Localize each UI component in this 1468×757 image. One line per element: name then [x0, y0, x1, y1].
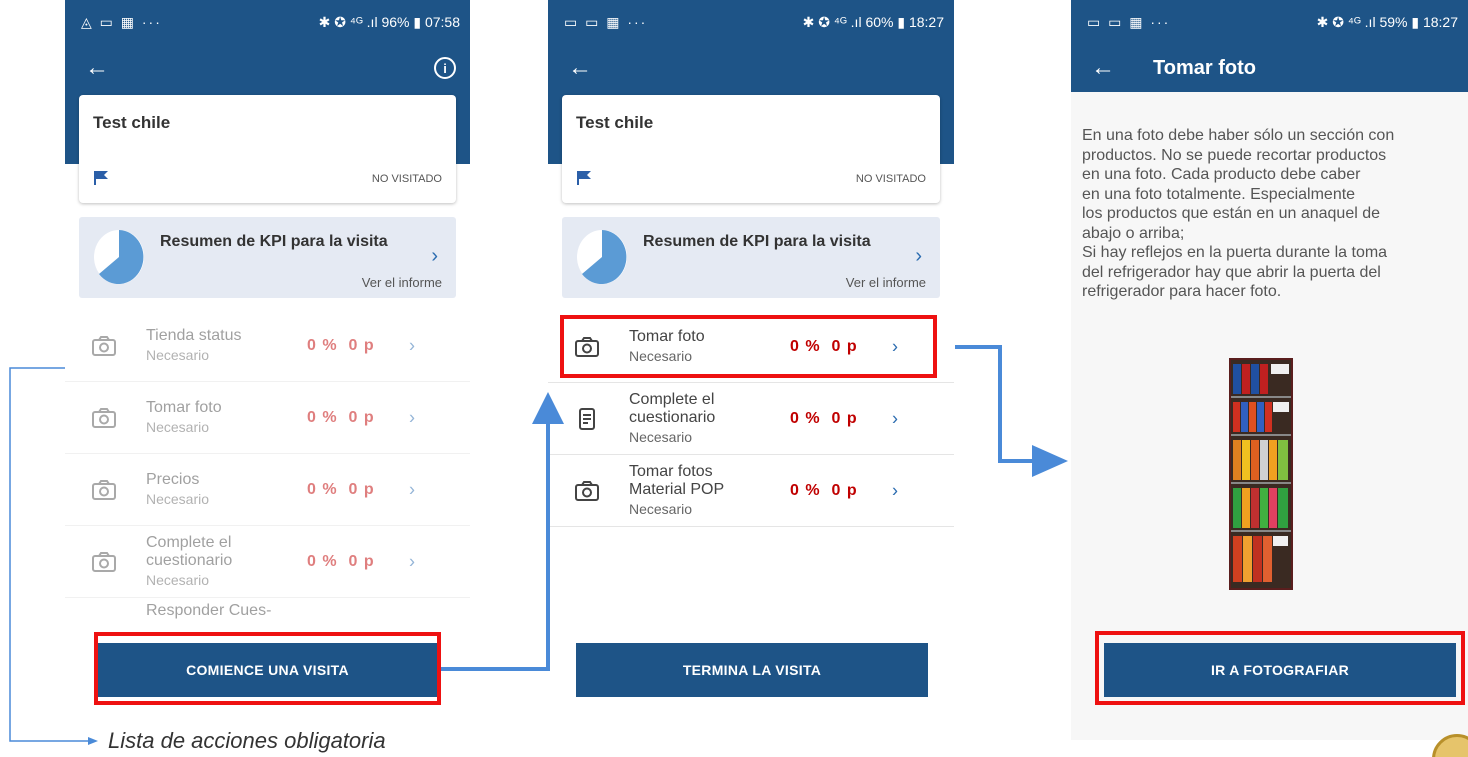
mandatory-actions-caption: Lista de acciones obligatoria — [108, 728, 386, 753]
arrow-start-to-list — [441, 408, 550, 671]
bracket-arrow-head — [88, 737, 98, 745]
arrow-head-right — [1032, 445, 1068, 477]
tutorial-canvas: ◬ ▭ ▦ ··· ✱ ✪ ⁴ᴳ .ıl 96% ▮ 07:58 ← i Tes… — [0, 0, 1468, 757]
bracket-mandatory-list — [9, 367, 90, 742]
flow-arrows — [9, 345, 1068, 745]
arrow-photo-to-screen — [955, 345, 1040, 463]
arrow-head-up — [532, 392, 564, 424]
